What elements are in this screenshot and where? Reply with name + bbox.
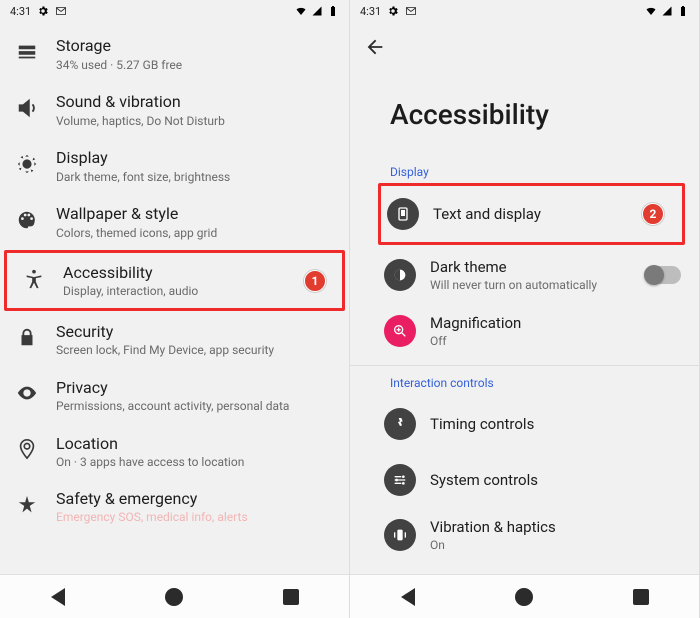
row-sub: Will never turn on automatically (430, 278, 645, 292)
nav-bar (0, 574, 349, 618)
palette-icon (16, 209, 38, 235)
row-title: Security (56, 322, 333, 341)
status-bar: 4:31 (350, 0, 699, 22)
lock-icon (16, 326, 38, 352)
brightness-icon (16, 153, 38, 179)
text-display-icon (387, 198, 419, 230)
accessibility-icon (23, 268, 45, 294)
row-system[interactable]: System controls (350, 452, 699, 508)
gear-icon (37, 5, 49, 17)
row-title: Sound & vibration (56, 92, 333, 111)
row-title: Dark theme (430, 258, 645, 276)
storage-icon (16, 41, 38, 67)
wifi-icon (645, 5, 657, 17)
row-title: Privacy (56, 378, 333, 397)
vibration-icon (384, 519, 416, 551)
status-bar: 4:31 (0, 0, 349, 22)
wifi-icon (295, 5, 307, 17)
row-sound[interactable]: Sound & vibration Volume, haptics, Do No… (0, 82, 349, 138)
status-time: 4:31 (360, 5, 381, 18)
row-sub: Off (430, 334, 681, 348)
row-title: Vibration & haptics (430, 518, 681, 536)
row-dark-theme[interactable]: Dark theme Will never turn on automatica… (350, 247, 699, 303)
magnification-icon (384, 315, 416, 347)
gmail-icon (55, 5, 67, 17)
section-interaction-label: Interaction controls (350, 372, 699, 396)
row-privacy[interactable]: Privacy Permissions, account activity, p… (0, 367, 349, 423)
settings-list: Storage 34% used · 5.27 GB free Sound & … (0, 22, 349, 524)
nav-back[interactable] (47, 586, 69, 608)
row-magnification[interactable]: Magnification Off (350, 303, 699, 359)
gear-icon (387, 5, 399, 17)
header-row (350, 22, 699, 64)
row-title: Storage (56, 36, 333, 55)
divider (350, 365, 699, 366)
nav-recent[interactable] (630, 586, 652, 608)
nav-recent[interactable] (280, 586, 302, 608)
dark-theme-toggle[interactable] (645, 266, 681, 284)
row-sub: On (430, 538, 681, 552)
phone-left: 4:31 Storage 34% used · 5.27 GB free (0, 0, 350, 618)
eye-icon (16, 382, 38, 408)
row-accessibility[interactable]: Accessibility Display, interaction, audi… (4, 250, 345, 311)
dark-theme-icon (384, 259, 416, 291)
row-storage[interactable]: Storage 34% used · 5.27 GB free (0, 26, 349, 82)
nav-home[interactable] (513, 586, 535, 608)
row-title: Accessibility (63, 263, 298, 282)
callout-text-display: Text and display 2 (378, 183, 685, 245)
row-timing[interactable]: Timing controls (350, 396, 699, 452)
row-sub: On · 3 apps have access to location (56, 455, 333, 469)
row-sub: Display, interaction, audio (63, 284, 298, 298)
status-time: 4:31 (10, 5, 31, 18)
row-sub: Screen lock, Find My Device, app securit… (56, 343, 333, 357)
section-display-label: Display (350, 161, 699, 185)
timing-icon (384, 408, 416, 440)
row-title: System controls (430, 471, 681, 489)
callout-badge-1: 1 (304, 270, 326, 292)
row-text-display[interactable]: Text and display 2 (381, 186, 682, 242)
sound-icon (16, 97, 38, 123)
page-title: Accessibility (350, 64, 699, 161)
signal-icon (311, 5, 323, 17)
row-title: Magnification (430, 314, 681, 332)
row-location[interactable]: Location On · 3 apps have access to loca… (0, 423, 349, 479)
row-title: Safety & emergency (56, 489, 333, 508)
system-icon (384, 464, 416, 496)
row-title: Location (56, 434, 333, 453)
battery-icon (327, 5, 339, 17)
nav-back[interactable] (397, 586, 419, 608)
row-sub: Volume, haptics, Do Not Disturb (56, 114, 333, 128)
row-sub: 34% used · 5.27 GB free (56, 58, 333, 72)
callout-badge-2: 2 (642, 203, 664, 225)
gmail-icon (405, 5, 417, 17)
row-sub: Emergency SOS, medical info, alerts (56, 510, 333, 524)
row-safety[interactable]: Safety & emergency Emergency SOS, medica… (0, 479, 349, 524)
row-sub: Colors, themed icons, app grid (56, 226, 333, 240)
row-security[interactable]: Security Screen lock, Find My Device, ap… (0, 311, 349, 367)
row-sub: Dark theme, font size, brightness (56, 170, 333, 184)
pin-icon (16, 438, 38, 464)
nav-bar (350, 574, 699, 618)
battery-icon (677, 5, 689, 17)
emergency-icon (16, 494, 38, 520)
phone-right: 4:31 Accessibility Display Text and disp… (350, 0, 700, 618)
row-display[interactable]: Display Dark theme, font size, brightnes… (0, 138, 349, 194)
row-title: Timing controls (430, 415, 681, 433)
row-wallpaper[interactable]: Wallpaper & style Colors, themed icons, … (0, 194, 349, 250)
row-sub: Permissions, account activity, personal … (56, 399, 333, 413)
row-title: Wallpaper & style (56, 204, 333, 223)
back-button[interactable] (364, 36, 386, 62)
nav-home[interactable] (163, 586, 185, 608)
row-title: Display (56, 148, 333, 167)
row-title: Text and display (433, 205, 642, 223)
row-vibration[interactable]: Vibration & haptics On (350, 508, 699, 552)
signal-icon (661, 5, 673, 17)
